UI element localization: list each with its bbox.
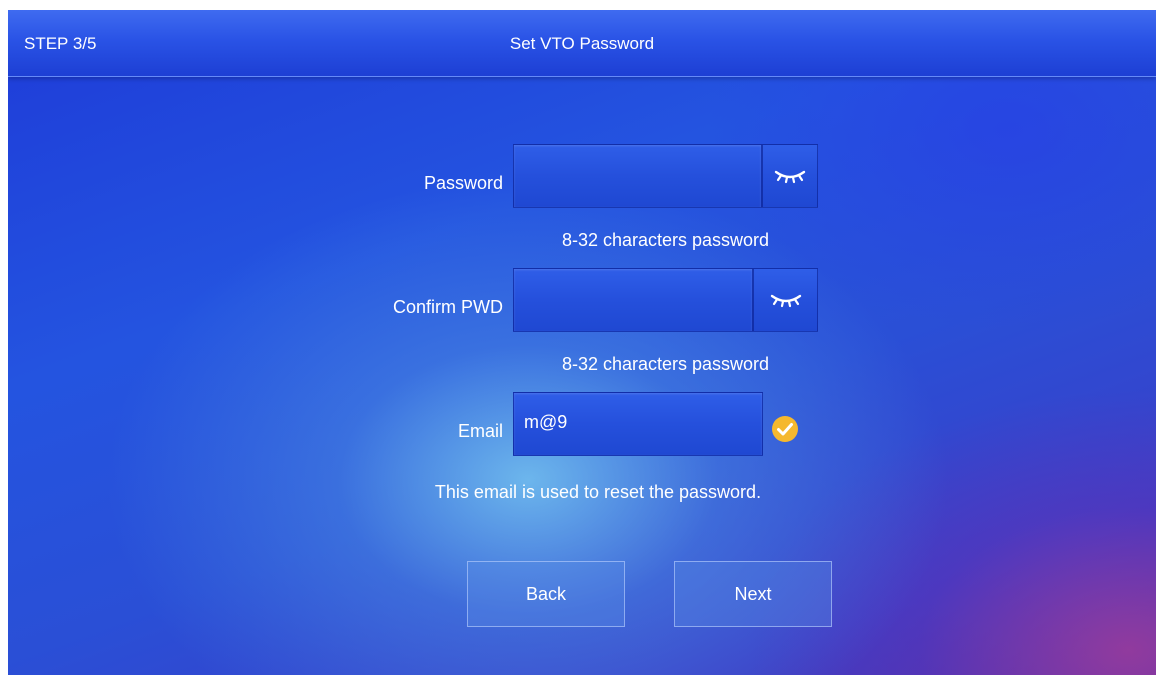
page-title: Set VTO Password: [509, 34, 655, 53]
setup-screen: STEP 3/5 Set VTO Password Password 8-32 …: [8, 10, 1156, 675]
email-hint: This email is used to reset the password…: [434, 482, 762, 502]
back-button[interactable]: Back: [467, 561, 625, 627]
confirm-password-label: Confirm PWD: [392, 297, 503, 317]
confirm-password-hint: 8-32 characters password: [561, 354, 770, 374]
password-field[interactable]: [513, 144, 762, 208]
confirm-password-field[interactable]: [513, 268, 753, 332]
email-field[interactable]: m@9: [513, 392, 763, 456]
password-hint: 8-32 characters password: [561, 230, 770, 250]
password-label: Password: [423, 173, 503, 193]
check-circle-icon: [772, 416, 798, 442]
email-label: Email: [457, 421, 503, 441]
confirm-password-visibility-toggle[interactable]: [753, 268, 818, 332]
eye-closed-icon: [770, 294, 801, 308]
title-bar: STEP 3/5 Set VTO Password: [8, 10, 1156, 77]
next-button[interactable]: Next: [674, 561, 832, 627]
password-visibility-toggle[interactable]: [762, 144, 818, 208]
eye-closed-icon: [774, 170, 806, 184]
